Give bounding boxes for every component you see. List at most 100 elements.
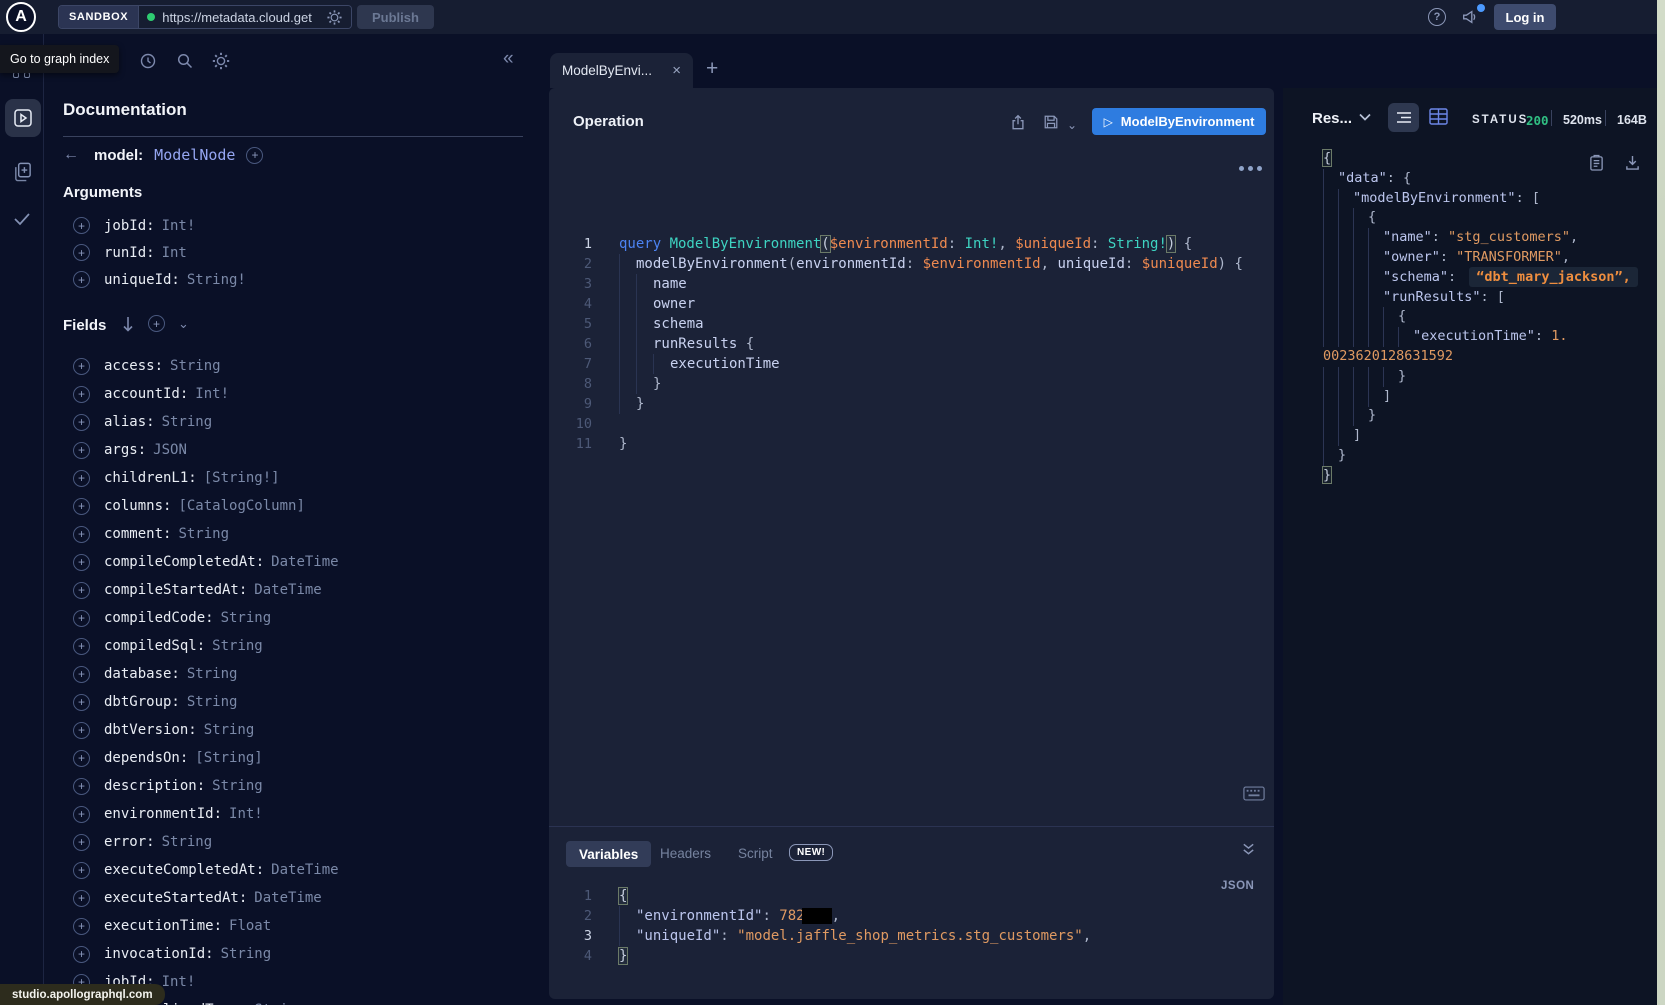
collapse-variables-icon[interactable] (1241, 842, 1256, 856)
save-menu-chevron-icon[interactable]: ⌄ (1067, 118, 1077, 132)
field-type[interactable]: DateTime (254, 582, 321, 598)
field-name[interactable]: columns: (104, 498, 171, 514)
operation-collections-icon[interactable] (0, 160, 44, 182)
field-name[interactable]: environmentId: (104, 806, 222, 822)
field-name[interactable]: dbtGroup: (104, 694, 180, 710)
field-name[interactable]: description: (104, 778, 205, 794)
field-type[interactable]: String (162, 834, 213, 850)
endpoint-input[interactable]: https://metadata.cloud.get (139, 6, 351, 28)
add-field-to-operation-icon[interactable]: + (73, 862, 90, 879)
add-field-to-operation-icon[interactable]: + (73, 386, 90, 403)
add-all-fields-icon[interactable]: + (148, 315, 165, 332)
field-type[interactable]: [CatalogColumn] (178, 498, 304, 514)
response-menu-chevron-icon[interactable] (1359, 113, 1371, 122)
add-field-to-operation-icon[interactable]: + (73, 666, 90, 683)
field-name[interactable]: jobId: (104, 218, 155, 234)
field-name[interactable]: accountId: (104, 386, 188, 402)
field-type[interactable]: Int! (229, 806, 263, 822)
field-name[interactable]: compiledCode: (104, 610, 214, 626)
help-icon[interactable]: ? (1428, 8, 1446, 26)
add-field-to-operation-icon[interactable]: + (73, 554, 90, 571)
save-icon[interactable] (1043, 114, 1059, 130)
field-type[interactable]: DateTime (254, 890, 321, 906)
field-type[interactable]: Int! (162, 218, 196, 234)
type-name-link[interactable]: ModelNode (154, 146, 235, 164)
response-json[interactable]: {"data": {"modelByEnvironment": [{"name"… (1323, 149, 1657, 486)
add-field-to-operation-icon[interactable]: + (73, 498, 90, 515)
field-name[interactable]: database: (104, 666, 180, 682)
field-type[interactable]: String (178, 526, 229, 542)
sort-fields-icon[interactable] (121, 316, 135, 332)
back-arrow-icon[interactable]: ← (63, 146, 83, 164)
field-name[interactable]: error: (104, 834, 155, 850)
add-fields-chevron-icon[interactable]: ⌄ (178, 316, 189, 332)
tab-script[interactable]: Script (738, 846, 773, 861)
connection-settings-gear-icon[interactable] (327, 10, 342, 25)
login-button[interactable]: Log in (1494, 4, 1556, 30)
tab-variables[interactable]: Variables (566, 841, 651, 867)
add-field-to-operation-icon[interactable]: + (73, 890, 90, 907)
editor-overflow-menu-icon[interactable] (1239, 166, 1262, 171)
add-field-to-operation-icon[interactable]: + (73, 217, 90, 234)
add-type-icon[interactable]: + (246, 147, 263, 164)
field-type[interactable]: Int! (162, 974, 196, 990)
add-field-to-operation-icon[interactable]: + (73, 918, 90, 935)
field-name[interactable]: compileStartedAt: (104, 582, 247, 598)
field-type[interactable]: String (221, 946, 272, 962)
field-name[interactable]: executionTime: (104, 918, 222, 934)
field-name[interactable]: access: (104, 358, 163, 374)
field-type[interactable]: String (162, 414, 213, 430)
field-type[interactable]: String (187, 694, 238, 710)
history-icon[interactable] (139, 52, 157, 70)
field-name[interactable]: dependsOn: (104, 750, 188, 766)
operation-tab[interactable]: ModelByEnvi... × (550, 53, 693, 88)
field-type[interactable]: Int! (195, 386, 229, 402)
field-name[interactable]: dbtVersion: (104, 722, 197, 738)
add-field-to-operation-icon[interactable]: + (73, 722, 90, 739)
operation-editor[interactable]: 1query ModelByEnvironment($environmentId… (549, 234, 1274, 454)
field-type[interactable]: String (212, 638, 263, 654)
field-name[interactable]: executeCompletedAt: (104, 862, 264, 878)
tree-view-toggle[interactable] (1388, 103, 1419, 132)
collapse-sidebar-icon[interactable]: « (503, 48, 514, 70)
field-type[interactable]: DateTime (271, 554, 338, 570)
share-icon[interactable] (1010, 114, 1026, 131)
add-field-to-operation-icon[interactable]: + (73, 946, 90, 963)
field-name[interactable]: compiledSql: (104, 638, 205, 654)
add-field-to-operation-icon[interactable]: + (73, 358, 90, 375)
add-field-to-operation-icon[interactable]: + (73, 271, 90, 288)
field-type[interactable]: String (187, 666, 238, 682)
field-type[interactable]: String (221, 610, 272, 626)
field-name[interactable]: uniqueId: (104, 272, 180, 288)
field-type[interactable]: JSON (153, 442, 187, 458)
endpoint-url[interactable]: https://metadata.cloud.get (162, 10, 320, 25)
add-field-to-operation-icon[interactable]: + (73, 750, 90, 767)
variables-editor[interactable]: 1{2"environmentId": 782,3"uniqueId": "mo… (549, 886, 1274, 966)
add-field-to-operation-icon[interactable]: + (73, 582, 90, 599)
add-field-to-operation-icon[interactable]: + (73, 414, 90, 431)
new-tab-icon[interactable]: + (706, 57, 718, 81)
add-field-to-operation-icon[interactable]: + (73, 834, 90, 851)
apollo-logo[interactable]: A (6, 2, 36, 32)
field-type[interactable]: DateTime (271, 862, 338, 878)
run-operation-button[interactable]: ▷ ModelByEnvironment (1092, 108, 1266, 135)
table-view-toggle[interactable] (1429, 108, 1448, 125)
settings-gear-icon[interactable] (212, 52, 230, 70)
add-field-to-operation-icon[interactable]: + (73, 470, 90, 487)
field-name[interactable]: alias: (104, 414, 155, 430)
field-type[interactable]: String (170, 358, 221, 374)
field-type[interactable]: String (212, 778, 263, 794)
add-field-to-operation-icon[interactable]: + (73, 244, 90, 261)
checks-icon[interactable] (0, 210, 44, 228)
field-type[interactable]: [String] (195, 750, 262, 766)
add-field-to-operation-icon[interactable]: + (73, 638, 90, 655)
field-name[interactable]: childrenL1: (104, 470, 197, 486)
field-name[interactable]: args: (104, 442, 146, 458)
field-type[interactable]: Int (162, 245, 187, 261)
field-name[interactable]: comment: (104, 526, 171, 542)
explorer-nav-item[interactable] (5, 99, 41, 137)
add-field-to-operation-icon[interactable]: + (73, 778, 90, 795)
add-field-to-operation-icon[interactable]: + (73, 442, 90, 459)
field-type[interactable]: String (204, 722, 255, 738)
announcements-megaphone-icon[interactable] (1461, 8, 1479, 26)
